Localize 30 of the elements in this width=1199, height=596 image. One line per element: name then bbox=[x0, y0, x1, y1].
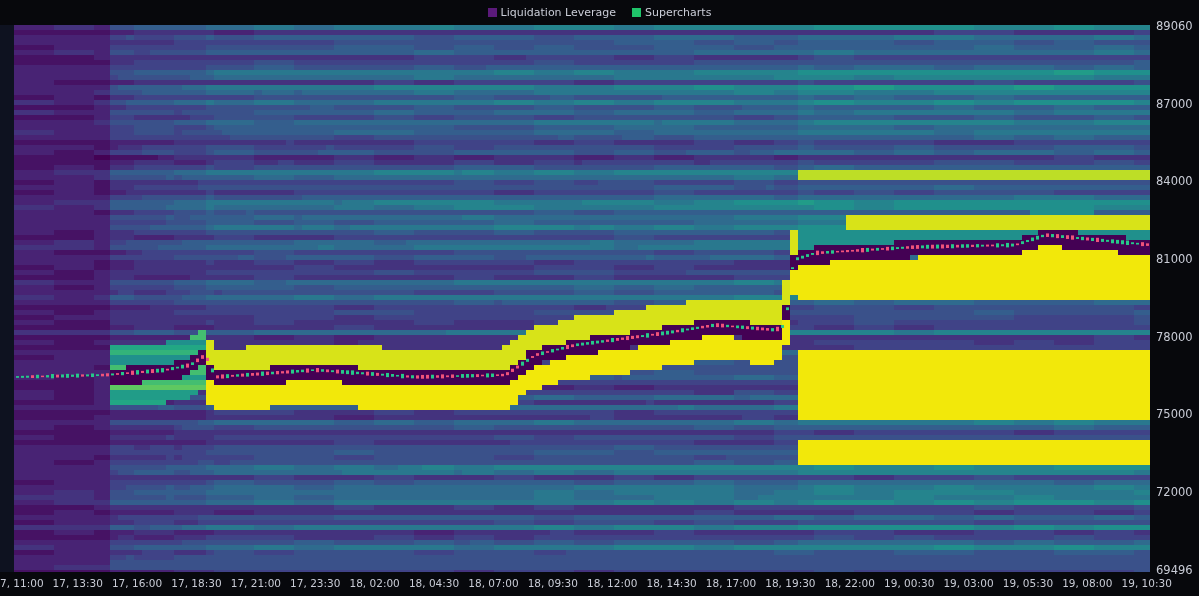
y-axis-label: 84000 bbox=[1156, 173, 1194, 191]
x-axis-label: 18, 12:00 bbox=[586, 576, 639, 592]
legend-label[interactable]: Supercharts bbox=[645, 6, 712, 19]
x-axis-label: 18, 14:30 bbox=[645, 576, 698, 592]
y-axis-label: 69496 bbox=[1156, 561, 1194, 579]
x-axis-label: 7, 11:00 bbox=[0, 576, 45, 592]
y-axis-label: 75000 bbox=[1156, 406, 1194, 424]
legend-label[interactable]: Liquidation Leverage bbox=[500, 6, 617, 19]
y-axis-label: 89060 bbox=[1156, 18, 1194, 35]
x-axis-label: 17, 16:00 bbox=[110, 576, 164, 592]
x-axis-label: 18, 04:30 bbox=[407, 576, 461, 592]
x-axis-label: 18, 02:00 bbox=[348, 576, 401, 592]
x-axis-label: 19, 10:30 bbox=[1120, 576, 1173, 592]
x-axis-label: 18, 09:30 bbox=[526, 576, 579, 592]
x-axis-label: 17, 13:30 bbox=[51, 576, 104, 592]
y-axis-label: 78000 bbox=[1156, 328, 1194, 346]
x-axis-label: 18, 22:00 bbox=[823, 576, 876, 592]
y-axis-label: 72000 bbox=[1156, 484, 1194, 502]
x-axis-label: 19, 08:00 bbox=[1061, 576, 1114, 592]
x-axis-label: 18, 19:30 bbox=[764, 576, 817, 592]
x-axis-label: 19, 05:30 bbox=[1001, 576, 1055, 592]
y-axis-label: 87000 bbox=[1156, 95, 1194, 113]
x-axis-label: 18, 17:00 bbox=[704, 576, 758, 592]
x-axis-label: 17, 21:00 bbox=[229, 576, 282, 592]
x-axis-label: 18, 07:00 bbox=[467, 576, 520, 592]
y-axis-label: 81000 bbox=[1156, 251, 1194, 268]
x-axis-label: 17, 18:30 bbox=[170, 576, 223, 592]
x-axis-label: 19, 00:30 bbox=[883, 576, 936, 592]
x-axis-label: 19, 03:00 bbox=[942, 576, 995, 592]
x-axis-label: 17, 23:30 bbox=[289, 576, 342, 592]
